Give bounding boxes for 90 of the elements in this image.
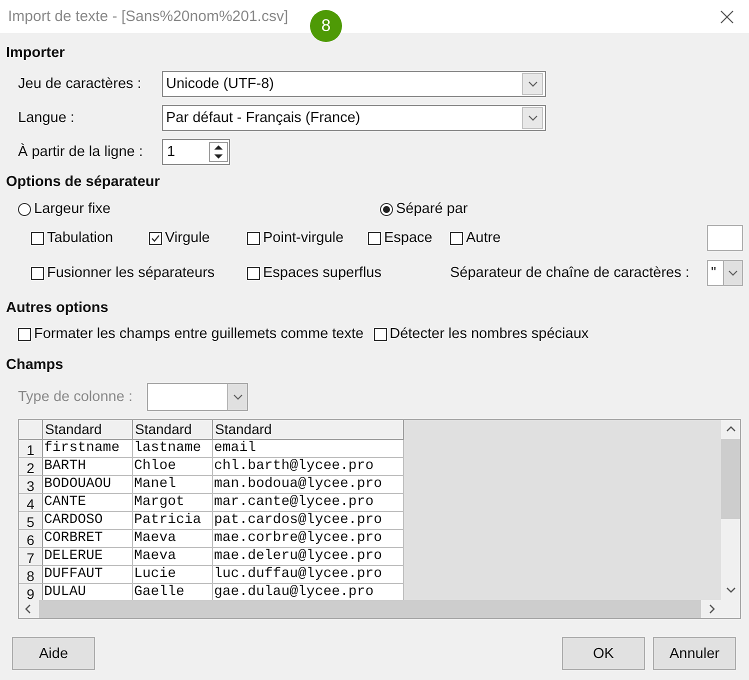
radio-label: Largeur fixe	[34, 201, 111, 217]
input-field[interactable]	[707, 225, 743, 251]
table-cell: DELERUE	[43, 548, 133, 566]
row-number: 1	[19, 440, 43, 458]
table-cell: mae.deleru@lycee.pro	[213, 548, 404, 566]
checkbox[interactable]	[374, 328, 387, 340]
row-number: 3	[19, 476, 43, 494]
section-heading: Champs	[6, 357, 64, 375]
checkbox[interactable]	[450, 232, 463, 244]
checkbox[interactable]	[31, 266, 44, 280]
checkbox-label: Détecter les nombres spéciaux	[390, 326, 589, 342]
table-cell: Lucie	[133, 566, 213, 584]
checkbox[interactable]	[18, 328, 31, 340]
table-cell: pat.cardos@lycee.pro	[213, 512, 404, 530]
table-cell: CANTE	[43, 494, 133, 512]
dropdown[interactable]: Unicode (UTF-8)	[162, 71, 546, 97]
section-heading: Autres options	[6, 300, 110, 318]
column-header[interactable]: Standard	[213, 420, 404, 440]
row-number: 2	[19, 458, 43, 476]
checkbox-label: Point-virgule	[263, 230, 344, 246]
checkbox-label: Formater les champs entre guillemets comme texte	[34, 326, 364, 342]
column-header[interactable]: Standard	[43, 420, 133, 440]
checkbox[interactable]	[149, 232, 162, 244]
row-number: 4	[19, 494, 43, 512]
caret-icon	[526, 113, 538, 123]
table-cell: DULAU	[43, 584, 133, 600]
table-cell: man.bodoua@lycee.pro	[213, 476, 404, 494]
table-cell: mar.cante@lycee.pro	[213, 494, 404, 512]
radio-label: Séparé par	[396, 201, 468, 217]
checkbox[interactable]	[247, 266, 260, 280]
caret-icon	[232, 392, 244, 402]
check-icon	[150, 232, 161, 244]
table-cell: BARTH	[43, 458, 133, 476]
spin-field[interactable]: 1	[162, 139, 230, 165]
checkbox[interactable]	[31, 232, 44, 244]
checkbox-label: Espace	[384, 230, 432, 246]
table-cell: luc.duffau@lycee.pro	[213, 566, 404, 584]
table-cell: Gaelle	[133, 584, 213, 600]
table-cell: Chloe	[133, 458, 213, 476]
dialog-button[interactable]: OK	[562, 637, 645, 670]
row-number: 8	[19, 566, 43, 584]
column-header[interactable]: Standard	[133, 420, 213, 440]
caret-icon	[727, 268, 739, 278]
table-cell: Margot	[133, 494, 213, 512]
row-number: 7	[19, 548, 43, 566]
checkbox[interactable]	[247, 232, 260, 244]
table-cell: lastname	[133, 440, 213, 458]
field-label: À partir de la ligne :	[18, 144, 144, 160]
window-title: Import de texte - [Sans%20nom%201.csv]	[8, 8, 288, 25]
checkbox-label: Virgule	[165, 230, 210, 246]
table-cell: CARDOSO	[43, 512, 133, 530]
field-label: Jeu de caractères :	[18, 76, 142, 92]
checkbox-label: Fusionner les séparateurs	[47, 265, 215, 281]
field-label: Langue :	[18, 110, 76, 126]
row-number: 5	[19, 512, 43, 530]
radio-button[interactable]	[18, 202, 31, 216]
radio-button[interactable]	[380, 202, 393, 216]
table-cell: firstname	[43, 440, 133, 458]
row-number: 9	[19, 584, 43, 600]
field-label: Séparateur de chaîne de caractères :	[450, 265, 690, 281]
checkbox-label: Espaces superflus	[263, 265, 382, 281]
combo-box[interactable]: "	[707, 260, 743, 286]
dialog-button[interactable]: Annuler	[653, 637, 736, 670]
down-caret-icon	[726, 586, 736, 594]
table-cell: chl.barth@lycee.pro	[213, 458, 404, 476]
field-label: Type de colonne :	[18, 389, 134, 405]
section-heading: Options de séparateur	[6, 174, 161, 192]
row-number: 6	[19, 530, 43, 548]
left-caret-icon	[24, 604, 32, 614]
dropdown[interactable]: Par défaut - Français (France)	[162, 105, 546, 131]
dialog-button[interactable]: Aide	[12, 637, 95, 670]
table-cell: Maeva	[133, 548, 213, 566]
table-cell: gae.dulau@lycee.pro	[213, 584, 404, 600]
close-icon	[720, 10, 734, 24]
table-cell: mae.corbre@lycee.pro	[213, 530, 404, 548]
checkbox[interactable]	[368, 232, 381, 244]
right-caret-icon	[708, 604, 716, 614]
table-cell: DUFFAUT	[43, 566, 133, 584]
table-cell: Maeva	[133, 530, 213, 548]
up-caret-icon	[726, 425, 736, 433]
table-cell: BODOUAOU	[43, 476, 133, 494]
table-cell: CORBRET	[43, 530, 133, 548]
step-badge: 8	[310, 10, 342, 42]
table-cell: email	[213, 440, 404, 458]
caret-icon	[526, 79, 538, 89]
table-cell: Patricia	[133, 512, 213, 530]
checkbox-label: Tabulation	[47, 230, 114, 246]
checkbox-label: Autre	[466, 230, 501, 246]
section-heading: Importer	[6, 45, 66, 63]
table-cell: Manel	[133, 476, 213, 494]
